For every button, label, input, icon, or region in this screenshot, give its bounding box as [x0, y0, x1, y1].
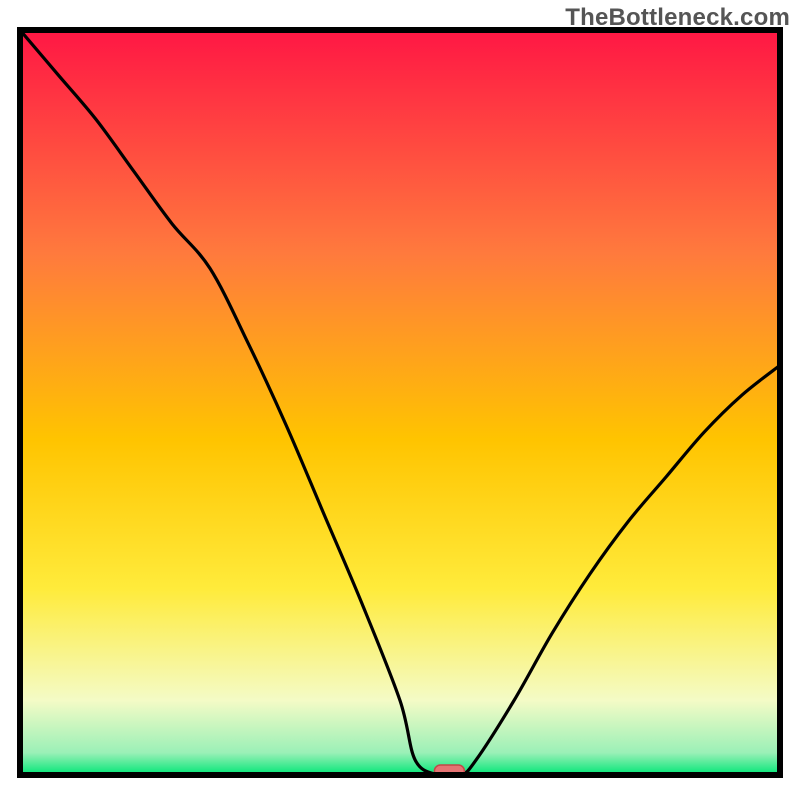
watermark-text: TheBottleneck.com — [565, 4, 790, 32]
chart-stage: TheBottleneck.com — [0, 0, 800, 800]
bottleneck-chart — [0, 0, 800, 800]
plot-background — [20, 30, 780, 775]
